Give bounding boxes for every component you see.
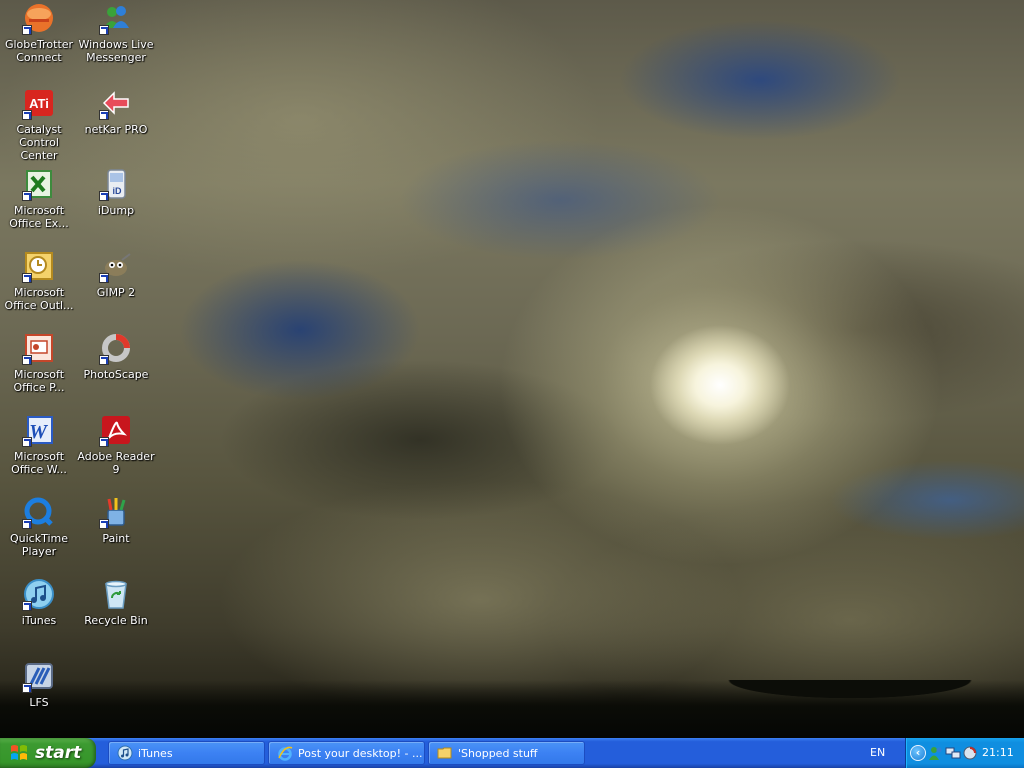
windows-logo-icon bbox=[11, 745, 27, 760]
messenger-icon bbox=[99, 2, 132, 35]
messenger-tray-icon[interactable] bbox=[928, 745, 944, 761]
taskbar-button-label: iTunes bbox=[138, 746, 173, 760]
desktop-icon-lfs[interactable]: LFS bbox=[0, 660, 78, 709]
desktop-icon-adobe-reader-9[interactable]: Adobe Reader 9 bbox=[77, 414, 155, 476]
gimp-icon bbox=[99, 250, 132, 283]
lfs-icon bbox=[22, 660, 55, 693]
start-button[interactable]: start bbox=[0, 738, 96, 768]
word-icon: W bbox=[22, 414, 55, 447]
network-icon[interactable] bbox=[945, 745, 961, 761]
desktop-icon-idump[interactable]: iD iDump bbox=[77, 168, 155, 217]
taskbar-button-label: Post your desktop! - ... bbox=[298, 746, 423, 760]
svg-text:ATi: ATi bbox=[29, 96, 49, 111]
ati-icon: ATi bbox=[22, 87, 55, 120]
taskbar-button-shopped-stuff[interactable]: 'Shopped stuff bbox=[428, 741, 585, 765]
language-indicator[interactable]: EN bbox=[870, 738, 885, 768]
folder-icon bbox=[437, 747, 452, 759]
recycle-bin-icon bbox=[100, 578, 132, 610]
paint-icon bbox=[99, 496, 132, 529]
desktop-icon-paint[interactable]: Paint bbox=[77, 496, 155, 545]
desktop-icon-microsoft-office-excel[interactable]: Microsoft Office Ex... bbox=[0, 168, 78, 230]
desktop-icon-gimp-2[interactable]: GIMP 2 bbox=[77, 250, 155, 299]
clock[interactable]: 21:11 bbox=[982, 738, 1014, 768]
taskbar-button-label: 'Shopped stuff bbox=[458, 746, 538, 760]
adobe-reader-icon bbox=[99, 414, 132, 447]
desktop-icon-quicktime-player[interactable]: QuickTime Player bbox=[0, 496, 78, 558]
desktop-icon-photoscape[interactable]: PhotoScape bbox=[77, 332, 155, 381]
desktop-icon-microsoft-office-outlook[interactable]: Microsoft Office Outl... bbox=[0, 250, 78, 312]
desktop-icon-netkar-pro[interactable]: netKar PRO bbox=[77, 87, 155, 136]
svg-text:iD: iD bbox=[113, 186, 123, 196]
quicktime-icon bbox=[22, 496, 55, 529]
desktop-icon-windows-live-messenger[interactable]: Windows Live Messenger bbox=[77, 2, 155, 64]
desktop-icon-microsoft-office-word[interactable]: W Microsoft Office W... bbox=[0, 414, 78, 476]
desktop-icon-itunes[interactable]: iTunes bbox=[0, 578, 78, 627]
taskbar-button-post-your-desktop[interactable]: Post your desktop! - ... bbox=[268, 741, 425, 765]
netkar-icon bbox=[99, 87, 132, 120]
internet-explorer-icon bbox=[278, 746, 293, 761]
powerpoint-icon bbox=[22, 332, 55, 365]
excel-icon bbox=[22, 168, 55, 201]
taskbar-button-itunes[interactable]: iTunes bbox=[108, 741, 265, 765]
desktop-icon-catalyst-control-center[interactable]: ATi Catalyst Control Center bbox=[0, 87, 78, 162]
idump-icon: iD bbox=[99, 168, 132, 201]
chevron-left-icon[interactable]: ‹ bbox=[910, 745, 926, 761]
globetrotter-icon bbox=[22, 2, 55, 35]
ati-tray-icon[interactable] bbox=[962, 745, 978, 761]
desktop-icon-microsoft-office-powerpoint[interactable]: Microsoft Office P... bbox=[0, 332, 78, 394]
desktop-icon-recycle-bin[interactable]: Recycle Bin bbox=[77, 578, 155, 627]
itunes-icon bbox=[22, 578, 55, 611]
itunes-icon bbox=[117, 745, 133, 761]
photoscape-icon bbox=[99, 332, 132, 365]
start-label: start bbox=[35, 743, 82, 763]
wallpaper-treeline bbox=[0, 680, 1024, 738]
taskbar: start iTunes Post your desktop! - ... 'S… bbox=[0, 738, 1024, 768]
desktop-icon-globetrotter-connect[interactable]: GlobeTrotter Connect bbox=[0, 2, 78, 64]
outlook-icon bbox=[22, 250, 55, 283]
system-tray: ‹ 21:11 bbox=[905, 738, 1024, 768]
